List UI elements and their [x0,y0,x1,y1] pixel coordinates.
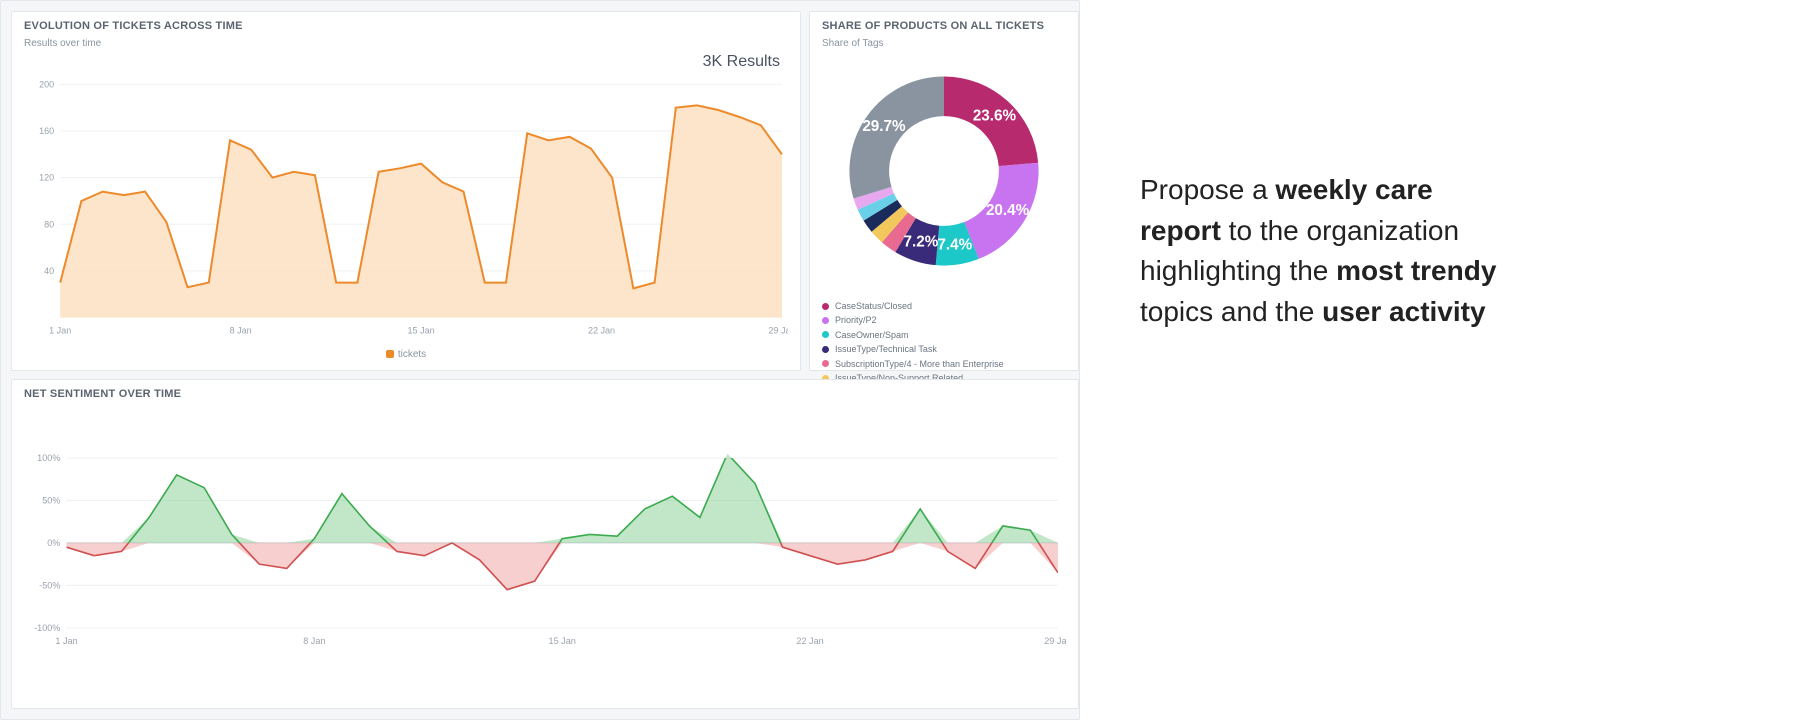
tickets-legend-label: tickets [398,349,426,360]
svg-text:8 Jan: 8 Jan [303,636,325,646]
svg-text:7.4%: 7.4% [937,237,972,254]
svg-text:200: 200 [39,79,54,89]
svg-text:-50%: -50% [39,580,60,590]
svg-text:7.2%: 7.2% [904,234,939,251]
svg-text:29 Jan: 29 Jan [1044,636,1066,646]
sentiment-chart[interactable]: -100% -50% 0% 50% 100% 1 Jan 8 Jan 15 Jan 22 Jan… [24,400,1066,698]
panel-donut: SHARE OF PRODUCTS ON ALL TICKETS Share o… [809,11,1079,371]
svg-text:50%: 50% [42,495,60,505]
svg-text:15 Jan: 15 Jan [549,636,576,646]
tickets-legend: tickets [24,349,788,360]
panel-tickets: EVOLUTION OF TICKETS ACROSS TIME Results… [11,11,801,371]
svg-text:8 Jan: 8 Jan [230,326,252,336]
panel-title-donut: SHARE OF PRODUCTS ON ALL TICKETS [822,20,1066,32]
svg-text:20.4%: 20.4% [986,202,1030,219]
svg-text:29.7%: 29.7% [862,118,906,135]
panel-title-sentiment: NET SENTIMENT OVER TIME [24,388,1066,400]
panel-subtitle-tickets: Results over time [24,38,788,49]
svg-text:1 Jan: 1 Jan [55,636,77,646]
donut-legend-item[interactable]: SubscriptionType/4 - More than Enterpris… [822,357,1066,371]
panel-title-tickets: EVOLUTION OF TICKETS ACROSS TIME [24,20,788,32]
dashboard: EVOLUTION OF TICKETS ACROSS TIME Results… [0,0,1080,720]
svg-text:1 Jan: 1 Jan [49,326,71,336]
svg-text:22 Jan: 22 Jan [796,636,823,646]
svg-text:23.6%: 23.6% [973,107,1017,124]
donut-legend-item[interactable]: Priority/P2 [822,313,1066,327]
side-description: Propose a weekly care report to the orga… [1080,0,1808,720]
svg-text:22 Jan: 22 Jan [588,326,615,336]
results-summary: 3K Results [24,53,780,71]
svg-text:-100%: -100% [34,623,60,633]
svg-text:0%: 0% [47,538,60,548]
tickets-chart[interactable]: 40 80 120 160 200 1 Jan 8 Jan 15 Jan 22 Jan 29 Ja… [24,71,788,347]
panel-sentiment: NET SENTIMENT OVER TIME -100% -50% 0% 50% 10… [11,379,1079,709]
svg-text:160: 160 [39,126,54,136]
svg-text:40: 40 [44,266,54,276]
svg-text:15 Jan: 15 Jan [408,326,435,336]
svg-text:120: 120 [39,173,54,183]
svg-text:100%: 100% [37,453,60,463]
panel-subtitle-donut: Share of Tags [822,38,1066,49]
donut-legend-item[interactable]: IssueType/Technical Task [822,342,1066,356]
donut-legend-item[interactable]: CaseOwner/Spam [822,328,1066,342]
svg-text:29 Jan: 29 Jan [768,326,788,336]
donut-legend-item[interactable]: CaseStatus/Closed [822,299,1066,313]
donut-chart[interactable]: 23.6% 20.4% 7.4%7.2% 29.7% [822,49,1066,293]
svg-text:80: 80 [44,219,54,229]
